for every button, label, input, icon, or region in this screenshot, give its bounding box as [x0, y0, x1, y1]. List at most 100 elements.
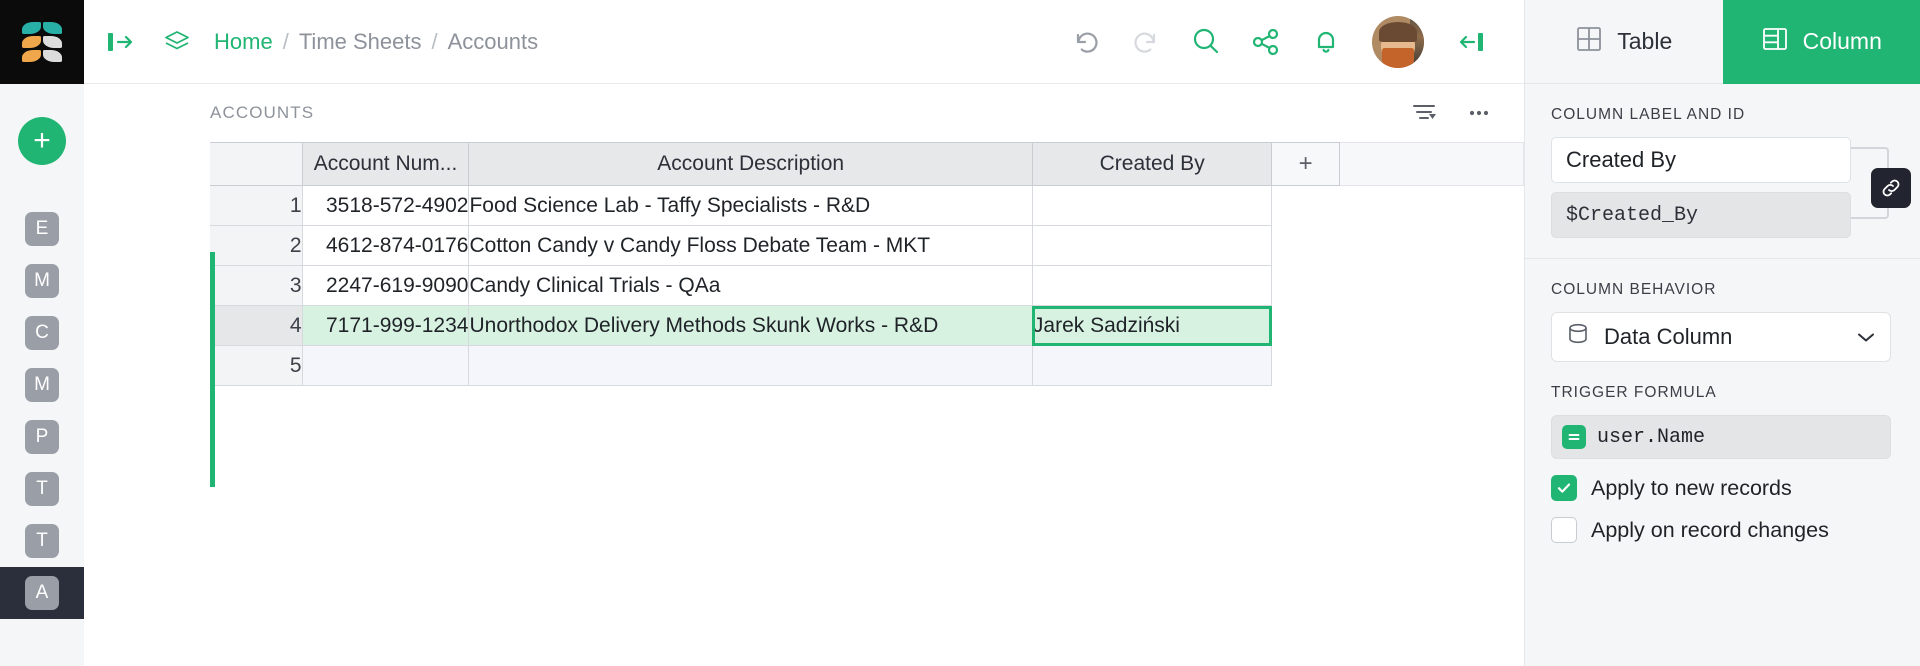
column-label-fields: Created By $Created_By — [1551, 137, 1894, 238]
avatar[interactable] — [1372, 16, 1424, 68]
column-behavior-value: Data Column — [1604, 324, 1856, 350]
column-header-created-by[interactable]: Created By — [1032, 143, 1272, 186]
equals-formula-icon — [1562, 425, 1586, 449]
column-label-heading: COLUMN LABEL AND ID — [1551, 106, 1894, 124]
column-icon — [1761, 25, 1789, 59]
column-header-account-number[interactable]: Account Num... — [302, 143, 469, 186]
expand-panel-icon[interactable] — [106, 29, 140, 55]
column-label-input[interactable]: Created By — [1551, 137, 1851, 183]
table-header-row: Account Num... Account Description Creat… — [210, 143, 1524, 186]
add-button[interactable]: + — [18, 117, 66, 165]
cell-account-description[interactable] — [469, 346, 1032, 386]
right-panel: Table Column COLUMN LABEL AND ID Created… — [1524, 0, 1920, 666]
add-column-button[interactable]: + — [1272, 143, 1339, 186]
search-icon[interactable] — [1176, 12, 1236, 72]
trigger-formula-heading: TRIGGER FORMULA — [1551, 384, 1894, 402]
trigger-formula-section: TRIGGER FORMULA user.Name — [1525, 362, 1920, 543]
column-behavior-section: COLUMN BEHAVIOR Data Column — [1525, 258, 1920, 362]
tab-column-label: Column — [1803, 28, 1882, 55]
panel-tabs: Table Column — [1525, 0, 1920, 84]
row-tail-spacer — [1272, 346, 1524, 386]
row-index: 3 — [210, 266, 302, 306]
table-row[interactable]: 1 3518-572-4902 Food Science Lab - Taffy… — [210, 186, 1524, 226]
sidebar-badge-label: M — [25, 264, 59, 298]
table-row-new[interactable]: 5 — [210, 346, 1524, 386]
cell-account-description[interactable]: Food Science Lab - Taffy Specialists - R… — [469, 186, 1032, 226]
rail-item-list: E M C M P T T A — [0, 203, 84, 619]
chevron-down-icon — [1856, 324, 1876, 350]
table-row-selected[interactable]: 4 7171-999-1234 Unorthodox Delivery Meth… — [210, 306, 1524, 346]
breadcrumb-layers-icon — [162, 28, 192, 56]
app-logo[interactable] — [0, 0, 84, 84]
cell-account-description[interactable]: Candy Clinical Trials - QAa — [469, 266, 1032, 306]
breadcrumb-time-sheets[interactable]: Time Sheets — [299, 29, 422, 55]
accounts-table: Account Num... Account Description Creat… — [210, 142, 1524, 386]
sidebar-item-p[interactable]: P — [0, 411, 84, 463]
cell-created-by-active[interactable]: Jarek Sadziński — [1032, 306, 1272, 346]
column-behavior-heading: COLUMN BEHAVIOR — [1551, 281, 1894, 299]
cell-account-description[interactable]: Cotton Candy v Candy Floss Debate Team -… — [469, 226, 1032, 266]
cell-account-number[interactable]: 4612-874-0176 — [302, 226, 469, 266]
sidebar-badge-label: E — [25, 212, 59, 246]
logo-leaf-orange-lower — [22, 50, 41, 62]
breadcrumb-home[interactable]: Home — [214, 29, 273, 55]
table-wrap: Account Num... Account Description Creat… — [84, 142, 1524, 386]
column-id-input[interactable]: $Created_By — [1551, 192, 1851, 238]
tab-table-label: Table — [1617, 28, 1672, 55]
table-row[interactable]: 3 2247-619-9090 Candy Clinical Trials - … — [210, 266, 1524, 306]
logo-leaf-orange-upper — [22, 36, 41, 48]
sidebar-item-m2[interactable]: M — [0, 359, 84, 411]
cell-created-by[interactable] — [1032, 226, 1272, 266]
cell-created-by[interactable] — [1032, 186, 1272, 226]
cell-created-by[interactable] — [1032, 346, 1272, 386]
sidebar-item-t1[interactable]: T — [0, 463, 84, 515]
column-header-account-description[interactable]: Account Description — [469, 143, 1032, 186]
sidebar-item-c[interactable]: C — [0, 307, 84, 359]
cell-account-number[interactable] — [302, 346, 469, 386]
breadcrumb-accounts[interactable]: Accounts — [448, 29, 539, 55]
app-root: + E M C M P T T A — [0, 0, 1920, 666]
cell-account-description[interactable]: Unorthodox Delivery Methods Skunk Works … — [469, 306, 1032, 346]
row-tail-spacer — [1272, 226, 1524, 266]
cell-created-by[interactable] — [1032, 266, 1272, 306]
sidebar-item-a[interactable]: A — [0, 567, 84, 619]
sidebar-badge-label: A — [25, 576, 59, 610]
collapse-panel-icon[interactable] — [1440, 12, 1500, 72]
row-tail-spacer — [1272, 186, 1524, 226]
apply-to-new-records-checkbox[interactable] — [1551, 475, 1577, 501]
link-chain-icon[interactable] — [1871, 168, 1911, 208]
cell-account-number[interactable]: 3518-572-4902 — [302, 186, 469, 226]
trigger-formula-field[interactable]: user.Name — [1551, 415, 1891, 459]
sidebar-badge-label: M — [25, 368, 59, 402]
cell-account-number[interactable]: 7171-999-1234 — [302, 306, 469, 346]
sidebar-item-e[interactable]: E — [0, 203, 84, 255]
row-tail-spacer — [1272, 306, 1524, 346]
table-row[interactable]: 2 4612-874-0176 Cotton Candy v Candy Flo… — [210, 226, 1524, 266]
column-label-section: COLUMN LABEL AND ID Created By $Created_… — [1525, 84, 1920, 238]
bell-icon[interactable] — [1296, 12, 1356, 72]
logo-leaf-teal-left — [22, 22, 41, 34]
apply-to-new-records-row[interactable]: Apply to new records — [1551, 475, 1894, 501]
sidebar-item-m1[interactable]: M — [0, 255, 84, 307]
sidebar-badge-label: T — [25, 524, 59, 558]
apply-on-record-changes-checkbox[interactable] — [1551, 517, 1577, 543]
table-body: 1 3518-572-4902 Food Science Lab - Taffy… — [210, 186, 1524, 386]
logo-leaf-gray-upper — [43, 36, 62, 48]
tab-column[interactable]: Column — [1723, 0, 1920, 84]
filter-sort-icon[interactable] — [1398, 93, 1452, 133]
share-icon[interactable] — [1236, 12, 1296, 72]
breadcrumb-separator: / — [283, 29, 289, 55]
row-index: 2 — [210, 226, 302, 266]
undo-icon[interactable] — [1056, 12, 1116, 72]
column-behavior-select[interactable]: Data Column — [1551, 312, 1891, 362]
tab-table[interactable]: Table — [1525, 0, 1723, 84]
more-options-icon[interactable] — [1452, 93, 1506, 133]
sidebar-item-t2[interactable]: T — [0, 515, 84, 567]
database-cylinder-icon — [1566, 321, 1590, 353]
page-title: ACCOUNTS — [210, 103, 314, 123]
apply-on-record-changes-row[interactable]: Apply on record changes — [1551, 517, 1894, 543]
logo-leaf-gray-lower — [43, 50, 62, 62]
cell-account-number[interactable]: 2247-619-9090 — [302, 266, 469, 306]
redo-icon[interactable] — [1116, 12, 1176, 72]
row-index-header — [210, 143, 302, 186]
